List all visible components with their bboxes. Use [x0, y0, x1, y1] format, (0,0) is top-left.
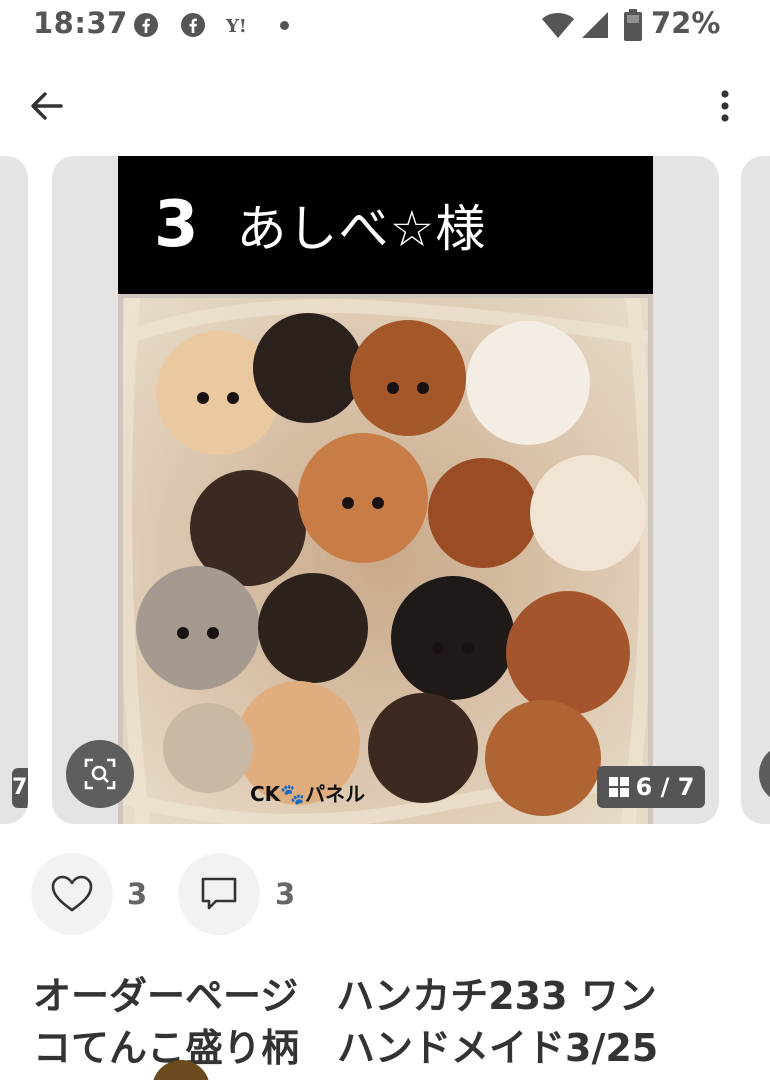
image-carousel[interactable]: 7 3 あしべ☆様 CK🐾パネル 6 / 7 — [0, 156, 770, 824]
more-options-button[interactable] — [705, 84, 745, 128]
previous-image-card[interactable]: 7 — [0, 156, 28, 824]
heart-icon — [51, 875, 93, 912]
arrow-left-icon — [31, 92, 63, 120]
current-image-card[interactable]: 3 あしべ☆様 CK🐾パネル 6 / 7 — [52, 156, 719, 824]
status-bar: 18:37 Y! 72% — [0, 0, 770, 52]
next-card-zoom-button — [759, 744, 770, 804]
signal-icon — [582, 12, 608, 38]
grid-icon — [608, 777, 629, 797]
previous-page-counter: 7 — [12, 768, 28, 808]
zoom-search-icon — [84, 758, 116, 790]
image-watermark: CK🐾パネル — [250, 782, 366, 806]
facebook-icon — [181, 13, 205, 37]
svg-text:Y!: Y! — [225, 16, 247, 37]
yahoo-icon: Y! — [225, 16, 247, 37]
battery-percent: 72% — [651, 6, 721, 40]
image-header-banner: 3 あしべ☆様 — [118, 156, 653, 294]
more-vertical-icon — [721, 90, 729, 122]
facebook-icon — [134, 13, 158, 37]
zoom-button[interactable] — [66, 740, 134, 808]
like-count: 3 — [127, 877, 148, 911]
like-button[interactable] — [31, 853, 113, 935]
comment-button[interactable] — [178, 853, 260, 935]
page-counter-text: 6 / 7 — [635, 773, 695, 801]
page-counter: 6 / 7 — [597, 766, 705, 808]
image-header-text: あしべ☆様 — [236, 200, 487, 258]
comment-icon — [201, 877, 237, 910]
image-header-number: 3 — [154, 188, 199, 262]
notification-dot-icon — [280, 21, 289, 30]
puppies-photo — [123, 298, 648, 824]
back-button[interactable] — [24, 84, 68, 128]
comment-count: 3 — [275, 877, 296, 911]
next-image-card[interactable] — [741, 156, 770, 824]
battery-icon — [624, 9, 642, 41]
product-title: オーダーページ ハンカチ233 ワン コてんこ盛り柄 ハンドメイド3/25 — [33, 974, 659, 1070]
product-image[interactable]: 3 あしべ☆様 CK🐾パネル — [118, 156, 653, 824]
status-time: 18:37 — [33, 6, 128, 40]
wifi-icon — [542, 13, 574, 38]
